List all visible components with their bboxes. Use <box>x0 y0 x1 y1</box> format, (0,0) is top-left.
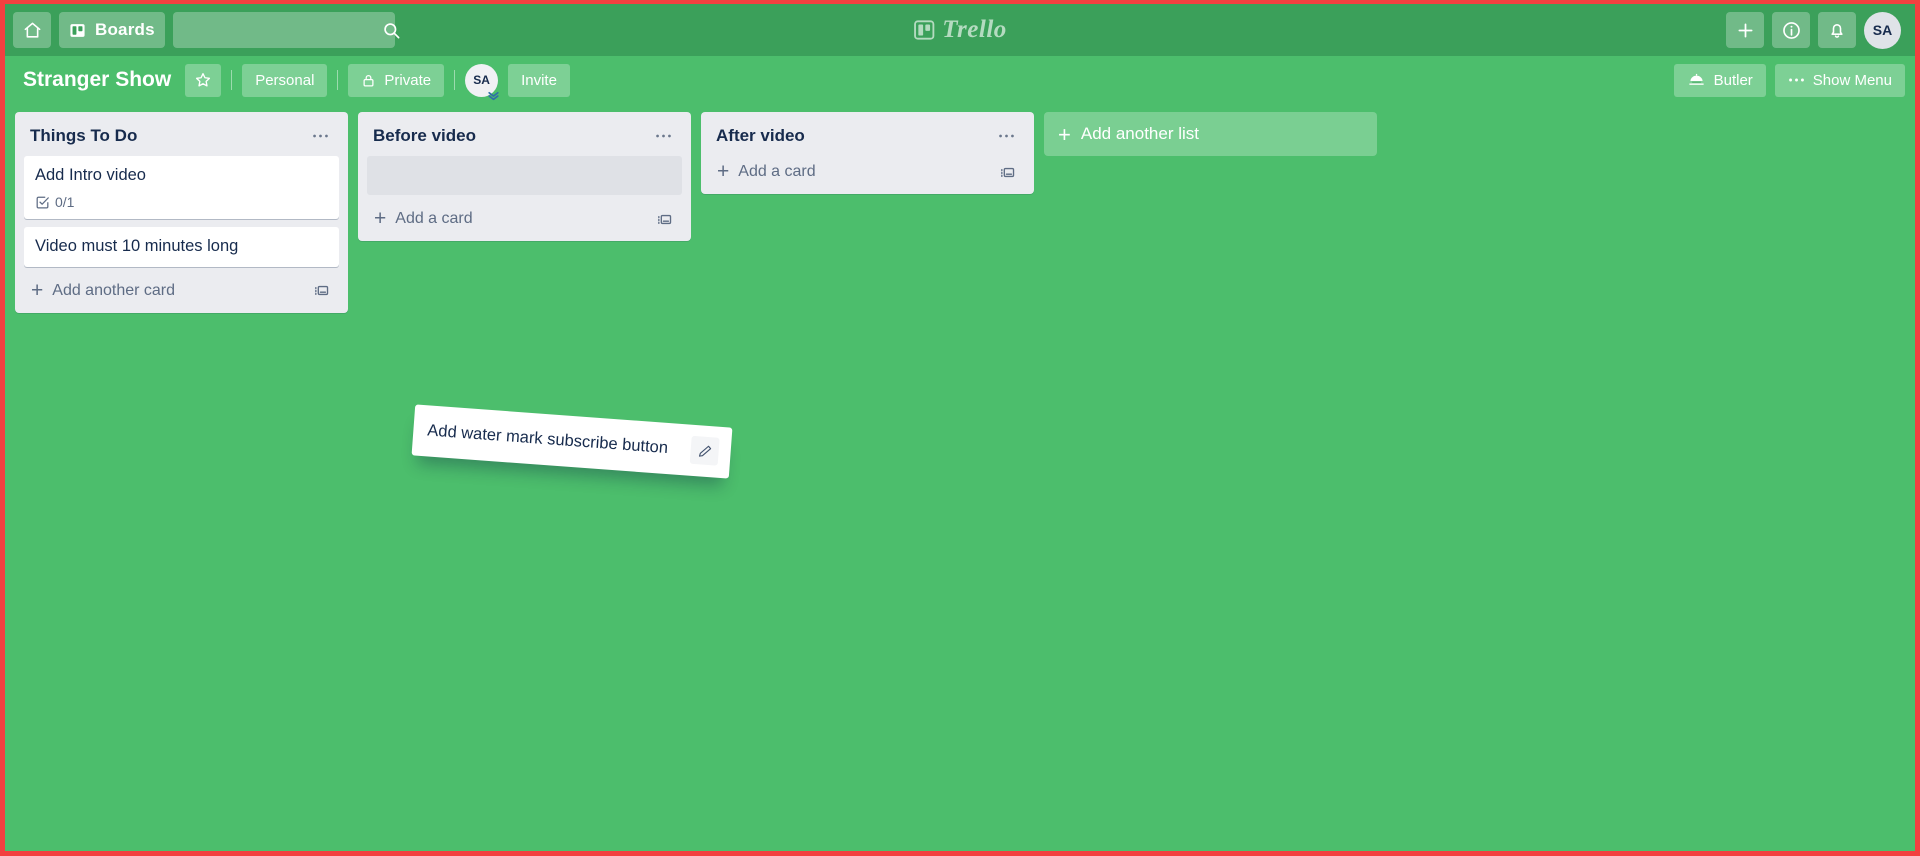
list-header: Before video <box>367 120 682 156</box>
chevron-double-down-icon <box>487 90 500 101</box>
card-add-intro-video[interactable]: Add Intro video 0/1 <box>24 156 339 220</box>
trello-logo: Trello <box>913 16 1007 44</box>
card-template-icon[interactable] <box>653 211 676 228</box>
workspace-button[interactable]: Personal <box>242 63 328 97</box>
card-title: Add Intro video <box>35 166 146 184</box>
checklist-count: 0/1 <box>55 194 75 211</box>
board-header: Stranger Show Personal Private SA Invite… <box>5 56 1915 104</box>
checklist-badge: 0/1 <box>35 194 74 210</box>
add-a-card-button[interactable]: + Add a card <box>367 203 682 233</box>
user-avatar[interactable]: SA <box>1864 11 1901 49</box>
board-header-right-group: Butler Show Menu <box>1673 63 1905 97</box>
add-card-label: Add a card <box>395 210 473 227</box>
list-header: After video <box>710 120 1025 156</box>
list-title[interactable]: After video <box>716 126 992 146</box>
board-member-avatar[interactable]: SA <box>465 63 499 100</box>
list-things-to-do: Things To Do Add Intro video 0/1 Video m… <box>15 112 348 313</box>
plus-icon: + <box>31 278 44 302</box>
plus-icon: + <box>1058 121 1071 147</box>
add-another-card-button[interactable]: + Add another card <box>24 275 339 305</box>
butler-label: Butler <box>1713 71 1753 89</box>
show-menu-button[interactable]: Show Menu <box>1774 63 1905 97</box>
invite-label: Invite <box>521 71 557 89</box>
board-icon <box>69 22 86 39</box>
top-nav-right-group: SA <box>1726 11 1907 49</box>
board-title[interactable]: Stranger Show <box>23 68 171 92</box>
list-menu-button[interactable] <box>649 131 678 141</box>
ellipsis-icon <box>1788 77 1805 83</box>
trello-board-icon <box>913 19 935 41</box>
list-title[interactable]: Before video <box>373 126 649 146</box>
search-input[interactable] <box>182 21 382 39</box>
board-canvas: Things To Do Add Intro video 0/1 Video m… <box>5 104 1915 851</box>
add-a-card-button[interactable]: + Add a card <box>710 156 1025 186</box>
search-box[interactable] <box>172 12 400 48</box>
plus-icon: + <box>717 160 730 183</box>
boards-label: Boards <box>95 20 155 39</box>
list-header: Things To Do <box>24 120 339 156</box>
card-video-must-10-minutes-long[interactable]: Video must 10 minutes long <box>24 227 339 267</box>
bell-icon <box>1827 20 1847 40</box>
member-initials: SA <box>473 73 490 87</box>
invite-button[interactable]: Invite <box>508 63 570 97</box>
boards-button[interactable]: Boards <box>59 12 165 48</box>
home-icon <box>23 21 42 40</box>
visibility-button[interactable]: Private <box>348 63 445 97</box>
card-title: Video must 10 minutes long <box>35 237 239 256</box>
info-circle-icon <box>1781 20 1802 41</box>
plus-icon: + <box>374 207 387 230</box>
card-drop-placeholder <box>367 156 682 195</box>
top-navigation-bar: Boards Trello SA <box>5 4 1915 56</box>
search-icon[interactable] <box>382 21 401 40</box>
list-title[interactable]: Things To Do <box>30 126 306 146</box>
create-button[interactable] <box>1726 12 1764 48</box>
star-board-button[interactable] <box>185 63 222 97</box>
header-divider-1 <box>231 70 233 90</box>
pencil-icon[interactable] <box>689 435 720 466</box>
trello-wordmark: Trello <box>942 16 1007 43</box>
home-button[interactable] <box>13 12 51 48</box>
list-menu-button[interactable] <box>306 131 335 141</box>
list-after-video: After video + Add a card <box>701 112 1034 194</box>
avatar-initials: SA <box>1872 22 1893 38</box>
trello-app: Boards Trello SA Stranger Show Personal … <box>5 4 1915 851</box>
show-menu-label: Show Menu <box>1812 71 1892 89</box>
star-icon <box>194 71 212 89</box>
plus-icon <box>1735 20 1756 41</box>
butler-dome-icon <box>1687 72 1706 88</box>
add-another-list-button[interactable]: + Add another list <box>1044 112 1377 156</box>
dragged-card[interactable]: Add water mark subscribe button <box>411 404 733 479</box>
info-button[interactable] <box>1772 12 1810 48</box>
lock-icon <box>361 73 376 88</box>
visibility-label: Private <box>384 71 432 89</box>
dragged-card-title: Add water mark subscribe button <box>426 420 669 457</box>
header-divider-2 <box>337 70 339 90</box>
add-card-label: Add another card <box>52 281 176 299</box>
checklist-icon <box>35 195 50 210</box>
workspace-label: Personal <box>255 71 315 89</box>
card-template-icon[interactable] <box>996 164 1019 181</box>
add-list-label: Add another list <box>1080 124 1199 143</box>
butler-button[interactable]: Butler <box>1673 63 1766 97</box>
list-menu-button[interactable] <box>992 131 1021 141</box>
header-divider-3 <box>454 70 456 90</box>
add-card-label: Add a card <box>738 163 816 180</box>
card-badges: 0/1 <box>35 194 329 210</box>
notifications-button[interactable] <box>1818 12 1856 48</box>
card-template-icon[interactable] <box>310 282 333 299</box>
list-before-video: Before video + Add a card <box>358 112 691 241</box>
